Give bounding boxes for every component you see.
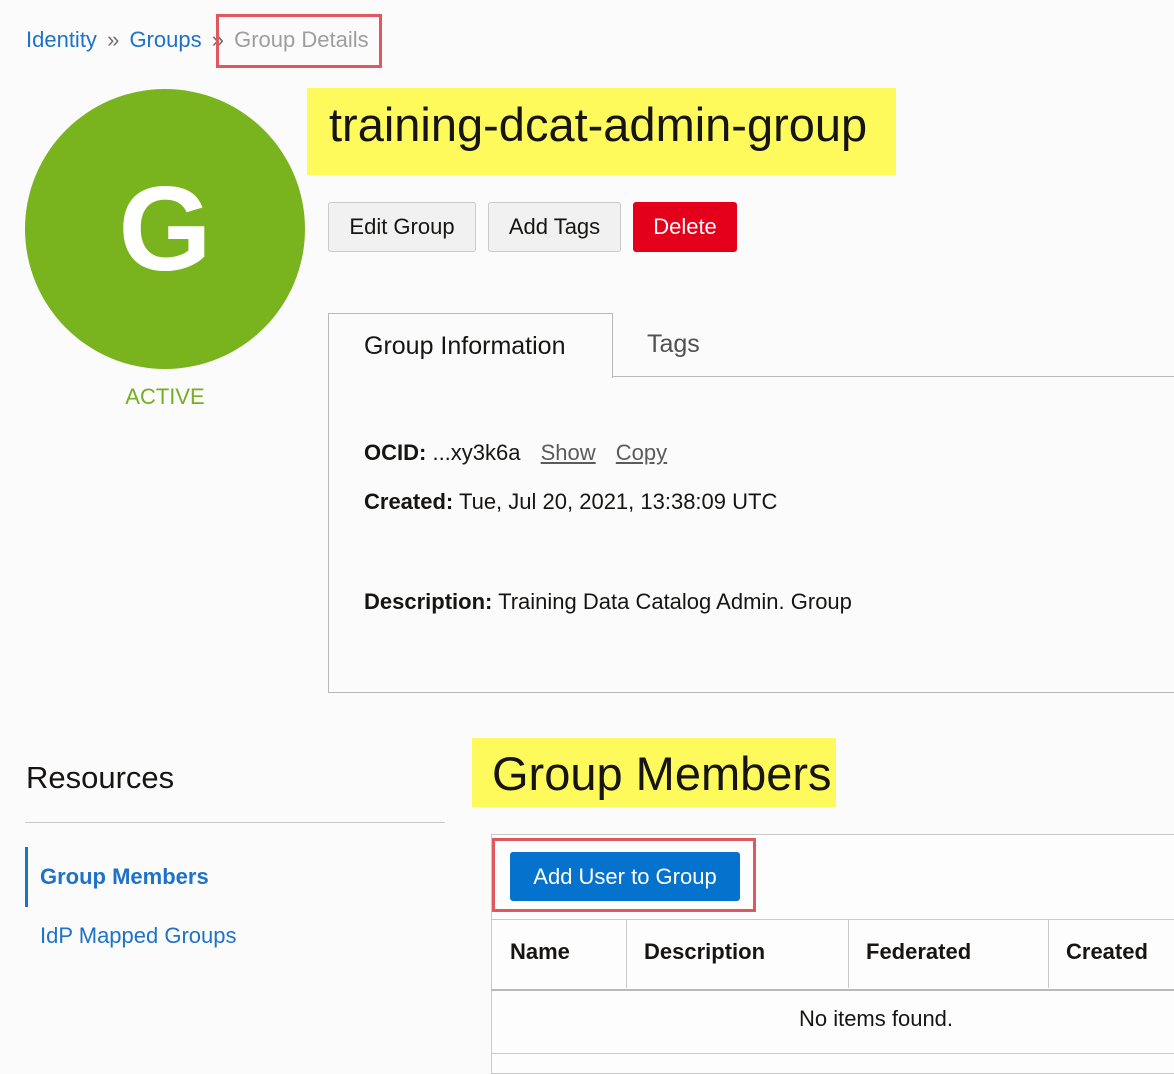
breadcrumb-identity[interactable]: Identity — [26, 27, 97, 52]
avatar: G — [25, 89, 305, 369]
avatar-letter: G — [118, 162, 212, 296]
copy-ocid-link[interactable]: Copy — [616, 440, 667, 465]
empty-table-message: No items found. — [798, 1006, 954, 1031]
tab-divider — [612, 376, 1174, 377]
created-row: Created: Tue, Jul 20, 2021, 13:38:09 UTC — [364, 489, 777, 515]
tab-group-information[interactable]: Group Information — [328, 313, 613, 378]
ocid-label: OCID: — [364, 440, 427, 465]
created-value: Tue, Jul 20, 2021, 13:38:09 UTC — [458, 489, 778, 514]
resources-heading: Resources — [26, 760, 175, 795]
description-label: Description: — [364, 589, 493, 614]
sidebar-item-group-members[interactable]: Group Members — [40, 864, 209, 890]
active-nav-indicator — [25, 847, 28, 907]
breadcrumb-separator: » — [107, 27, 120, 52]
breadcrumb-groups[interactable]: Groups — [129, 27, 201, 52]
column-header-created[interactable]: Created — [1048, 919, 1174, 988]
created-label: Created: — [364, 489, 454, 514]
show-ocid-link[interactable]: Show — [541, 440, 596, 465]
annotation-box-breadcrumb — [216, 14, 382, 68]
resources-divider — [25, 822, 445, 823]
group-information-panel — [328, 376, 1174, 693]
column-header-federated[interactable]: Federated — [848, 919, 1048, 988]
page-title: training-dcat-admin-group — [307, 88, 896, 175]
ocid-value: ...xy3k6a — [432, 440, 521, 465]
ocid-row: OCID: ...xy3k6a Show Copy — [364, 440, 667, 466]
description-row: Description: Training Data Catalog Admin… — [364, 589, 852, 615]
add-tags-button[interactable]: Add Tags — [488, 202, 621, 252]
status-label: ACTIVE — [125, 384, 205, 409]
annotation-box-add-user — [492, 838, 756, 912]
sidebar-item-idp-mapped-groups[interactable]: IdP Mapped Groups — [40, 923, 237, 949]
column-header-name[interactable]: Name — [492, 919, 626, 988]
table-bottom-border — [491, 1053, 1174, 1054]
column-header-description[interactable]: Description — [626, 919, 848, 988]
tab-tags[interactable]: Tags — [647, 330, 700, 359]
edit-group-button[interactable]: Edit Group — [328, 202, 476, 252]
description-value: Training Data Catalog Admin. Group — [498, 589, 852, 614]
delete-button[interactable]: Delete — [633, 202, 737, 252]
group-members-heading: Group Members — [472, 738, 836, 807]
